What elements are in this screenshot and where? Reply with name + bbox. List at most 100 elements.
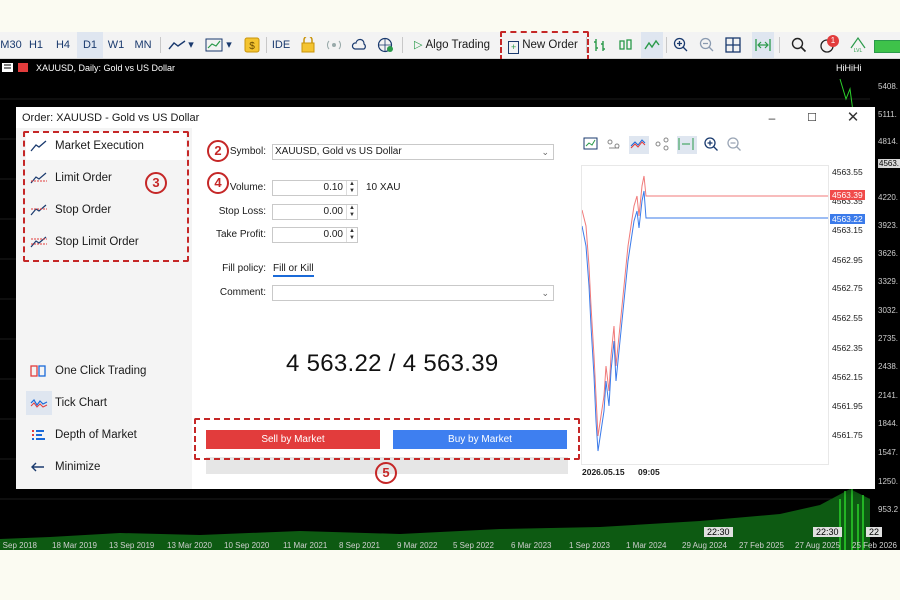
price-axis-label: 3923. <box>878 221 899 230</box>
timeframe-h1[interactable]: H1 <box>23 32 49 58</box>
price-axis-label: 5408. <box>878 82 899 91</box>
volume-input[interactable]: 0.10 ▲ ▼ <box>272 180 358 196</box>
scatter-icon[interactable] <box>605 136 625 154</box>
take-profit-label: Take Profit: <box>215 229 266 240</box>
bottom-item-label: One Click Trading <box>55 365 147 377</box>
callout-box-5 <box>194 418 580 460</box>
svg-text:$: $ <box>249 41 255 52</box>
chevron-down-icon[interactable]: ▾ <box>185 32 197 58</box>
tick-price-label: 4563.55 <box>832 167 863 177</box>
price-axis-label: 1250. <box>878 477 899 486</box>
one-click-trading-button[interactable]: One Click Trading <box>26 359 186 383</box>
chart-shift-icon[interactable] <box>752 32 774 58</box>
bar-chart-icon[interactable] <box>589 32 611 58</box>
price-axis-label: 4220. <box>878 193 899 202</box>
zoom-out-icon[interactable] <box>696 32 718 58</box>
bid-price-label: 4563.22 <box>830 214 865 224</box>
tick-price-label: 4562.35 <box>832 343 863 353</box>
tick-line-icon[interactable] <box>629 136 649 154</box>
comment-input[interactable]: ⌄ <box>272 285 554 301</box>
cloud-icon[interactable] <box>349 32 371 58</box>
globe-icon[interactable] <box>375 32 397 58</box>
search-icon[interactable] <box>788 32 810 58</box>
date-axis-label: 27 Feb 2025 <box>739 541 784 550</box>
symbol-select[interactable]: XAUUSD, Gold vs US Dollar ⌄ <box>272 144 554 160</box>
chart-type-icon <box>2 63 28 72</box>
stop-loss-stepper[interactable]: ▲ ▼ <box>346 205 357 219</box>
signal-icon[interactable] <box>323 32 345 58</box>
depth-of-market-button[interactable]: Depth of Market <box>26 423 186 447</box>
date-axis-label: 5 Sep 2022 <box>453 541 494 550</box>
ide-button[interactable]: IDE <box>269 32 293 58</box>
time-label: 22 <box>866 527 883 537</box>
date-axis-label: 13 Sep 2019 <box>109 541 155 550</box>
date-axis-label: 29 Aug 2024 <box>682 541 727 550</box>
arrow-left-icon <box>31 462 44 472</box>
chart-shift-icon[interactable] <box>677 136 697 154</box>
timeframe-mn[interactable]: MN <box>130 32 156 58</box>
take-profit-input[interactable]: 0.00 ▲ ▼ <box>272 227 358 243</box>
chevron-down-icon[interactable]: ▾ <box>223 32 235 58</box>
price-axis-label: 953.2 <box>878 505 899 514</box>
date-axis-label: 18 Mar 2019 <box>52 541 97 550</box>
depth-of-market-icon <box>32 430 45 440</box>
volume-unit: 10 XAU <box>366 182 401 193</box>
tick-price-label: 4562.95 <box>832 255 863 265</box>
lock-icon[interactable] <box>297 32 319 58</box>
timeframe-w1[interactable]: W1 <box>103 32 129 58</box>
indicators-icon[interactable] <box>203 32 225 58</box>
tick-price-label: 4561.75 <box>832 430 863 440</box>
share-icon[interactable] <box>653 136 673 154</box>
zoom-in-icon[interactable] <box>670 32 692 58</box>
svg-text:LVL: LVL <box>854 48 863 53</box>
bid-ask-quote: 4 563.22 / 4 563.39 <box>286 350 499 377</box>
chevron-down-icon: ⌄ <box>541 288 549 298</box>
tick-price-label: 4562.75 <box>832 283 863 293</box>
bottom-item-label: Depth of Market <box>55 429 137 441</box>
ask-price-label: 4563.39 <box>830 190 865 200</box>
tick-chart-button[interactable]: Tick Chart <box>26 391 186 415</box>
tick-chart-icon <box>30 399 48 408</box>
take-profit-stepper[interactable]: ▲ ▼ <box>346 228 357 242</box>
timeframe-h4[interactable]: H4 <box>50 32 76 58</box>
connection-bar <box>874 40 900 53</box>
price-axis-label: 1547. <box>878 448 899 457</box>
tick-price-label: 4562.55 <box>832 313 863 323</box>
callout-number-3: 3 <box>145 172 167 194</box>
stop-loss-input[interactable]: 0.00 ▲ ▼ <box>272 204 358 220</box>
volume-stepper[interactable]: ▲ ▼ <box>346 181 357 195</box>
chart-settings-icon[interactable] <box>582 136 602 154</box>
line-chart-icon[interactable] <box>641 32 663 58</box>
date-axis-label: 10 Sep 2020 <box>224 541 270 550</box>
comment-value <box>273 287 275 298</box>
candlestick-icon[interactable] <box>615 32 637 58</box>
notification-badge: 1 <box>827 35 839 47</box>
price-axis-label: 1844. <box>878 419 899 428</box>
signal-strength-icon[interactable]: LVL <box>847 32 869 58</box>
close-window-button[interactable]: ✕ <box>838 109 868 127</box>
algo-trading-button[interactable]: ▷ Algo Trading <box>406 32 498 58</box>
maximize-window-button[interactable]: ☐ <box>797 109 827 127</box>
zoom-in-icon[interactable] <box>703 136 723 154</box>
callout-box-1 <box>500 31 589 61</box>
fill-policy-select[interactable]: Fill or Kill <box>273 263 314 277</box>
fill-policy-label: Fill policy: <box>222 263 266 274</box>
main-toolbar: M30 H1 H4 D1 W1 MN ▾ ▾ $ IDE ▷ Algo Trad… <box>0 32 900 59</box>
tick-time-label: 09:05 <box>638 467 660 477</box>
date-axis-label: 9 Mar 2022 <box>397 541 438 550</box>
timeframe-d1[interactable]: D1 <box>77 32 103 58</box>
zoom-out-icon[interactable] <box>726 136 746 154</box>
current-price-label: 4563. <box>878 159 900 168</box>
minimize-panel-button[interactable]: Minimize <box>26 455 186 479</box>
date-axis-label: 7 Sep 2018 <box>0 541 37 550</box>
play-icon: ▷ <box>413 39 423 51</box>
minimize-window-button[interactable]: – <box>757 109 787 127</box>
chart-title: XAUUSD, Daily: Gold vs US Dollar <box>36 63 176 73</box>
callout-number-4: 4 <box>207 172 229 194</box>
time-label: 22:30 <box>704 527 733 537</box>
tile-windows-icon[interactable] <box>722 32 744 58</box>
dollar-icon[interactable]: $ <box>241 32 263 58</box>
date-axis-label: 11 Mar 2021 <box>283 541 328 550</box>
timeframe-m30[interactable]: M30 <box>0 32 24 58</box>
price-axis-label: 3626. <box>878 249 899 258</box>
